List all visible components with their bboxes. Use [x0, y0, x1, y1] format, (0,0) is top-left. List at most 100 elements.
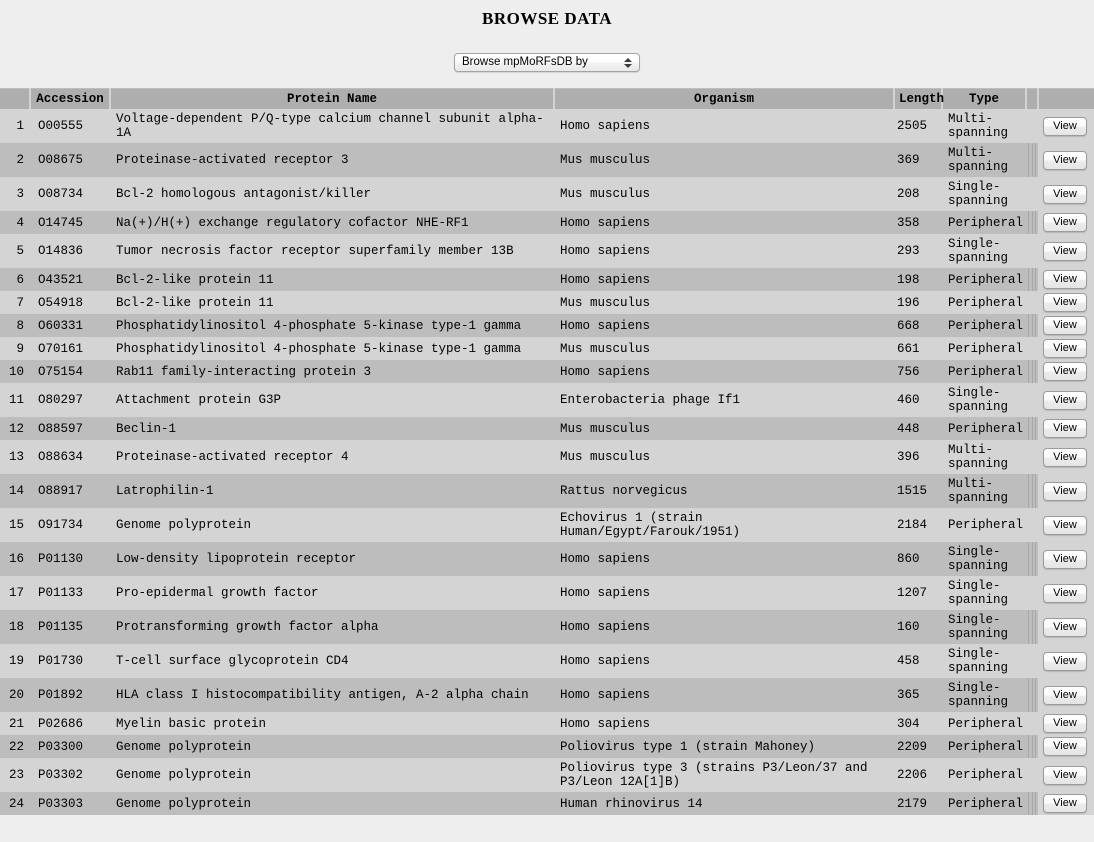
view-button[interactable]: View — [1043, 651, 1087, 671]
row-index-cell: 16 — [0, 542, 30, 576]
column-header-action — [1037, 88, 1094, 109]
view-button[interactable]: View — [1043, 685, 1087, 705]
column-separator — [1026, 542, 1038, 576]
action-cell: View — [1038, 337, 1094, 360]
view-button[interactable]: View — [1043, 794, 1087, 813]
action-cell: View — [1038, 383, 1094, 417]
view-button[interactable]: View — [1043, 270, 1087, 289]
organism-cell: Enterobacteria phage If1 — [554, 383, 894, 417]
separator-lines-icon — [1028, 508, 1036, 542]
length-cell: 196 — [894, 291, 942, 314]
row-index-cell: 7 — [0, 291, 30, 314]
column-header-organism[interactable]: Organism — [553, 88, 895, 109]
separator-lines-icon — [1028, 109, 1036, 143]
view-button[interactable]: View — [1043, 316, 1087, 335]
column-separator — [1026, 508, 1038, 542]
organism-cell: Homo sapiens — [554, 712, 894, 735]
view-button[interactable]: View — [1043, 390, 1087, 410]
view-button[interactable]: View — [1043, 481, 1087, 501]
length-cell: 458 — [894, 644, 942, 678]
row-index-cell: 1 — [0, 109, 30, 143]
accession-cell: O14745 — [30, 211, 110, 234]
row-index-cell: 4 — [0, 211, 30, 234]
protein-name-cell: Bcl-2-like protein 11 — [110, 268, 554, 291]
view-button[interactable]: View — [1043, 583, 1087, 603]
column-header-separator — [1025, 88, 1039, 109]
column-separator — [1026, 576, 1038, 610]
table-row: 13 O88634 Proteinase-activated receptor 4M… — [0, 440, 1094, 474]
action-cell: View — [1038, 508, 1094, 542]
view-button[interactable]: View — [1043, 339, 1087, 358]
type-cell: Peripheral — [942, 735, 1026, 758]
table-row: 4 O14745 Na(+)/H(+) exchange regulatory co… — [0, 211, 1094, 234]
view-button[interactable]: View — [1043, 765, 1087, 785]
protein-name-cell: Bcl-2 homologous antagonist/killer — [110, 177, 554, 211]
view-button[interactable]: View — [1043, 293, 1087, 312]
column-separator — [1026, 211, 1038, 234]
column-header-index[interactable] — [0, 88, 31, 109]
organism-cell: Homo sapiens — [554, 360, 894, 383]
accession-cell: O88634 — [30, 440, 110, 474]
type-cell: Peripheral — [942, 337, 1026, 360]
protein-name-cell: Phosphatidylinositol 4-phosphate 5-kinas… — [110, 337, 554, 360]
organism-cell: Homo sapiens — [554, 109, 894, 143]
column-header-protein-name[interactable]: Protein Name — [109, 88, 555, 109]
length-cell: 668 — [894, 314, 942, 337]
view-button[interactable]: View — [1043, 116, 1087, 136]
organism-cell: Homo sapiens — [554, 610, 894, 644]
column-separator — [1026, 291, 1038, 314]
protein-name-cell: Phosphatidylinositol 4-phosphate 5-kinas… — [110, 314, 554, 337]
row-index-cell: 8 — [0, 314, 30, 337]
action-cell: View — [1038, 268, 1094, 291]
organism-cell: Mus musculus — [554, 177, 894, 211]
table-row: 22 P03300 Genome polyprotein Poliovirus typ… — [0, 735, 1094, 758]
table-row: 12 O88597 Beclin-1 Mus musculus 448 Periphera… — [0, 417, 1094, 440]
separator-lines-icon — [1028, 644, 1036, 678]
view-button[interactable]: View — [1043, 737, 1087, 756]
separator-lines-icon — [1028, 735, 1036, 758]
length-cell: 661 — [894, 337, 942, 360]
column-separator — [1026, 644, 1038, 678]
view-button[interactable]: View — [1043, 241, 1087, 261]
type-cell: Single-spanning — [942, 542, 1026, 576]
view-button[interactable]: View — [1043, 362, 1087, 381]
action-cell: View — [1038, 678, 1094, 712]
table-row: 21 P02686 Myelin basic protein Homo sapiens… — [0, 712, 1094, 735]
protein-name-cell: Proteinase-activated receptor 3 — [110, 143, 554, 177]
action-cell: View — [1038, 360, 1094, 383]
view-button[interactable]: View — [1043, 617, 1087, 637]
type-cell: Single-spanning — [942, 234, 1026, 268]
length-cell: 1207 — [894, 576, 942, 610]
view-button[interactable]: View — [1043, 549, 1087, 569]
length-cell: 358 — [894, 211, 942, 234]
action-cell: View — [1038, 143, 1094, 177]
length-cell: 160 — [894, 610, 942, 644]
accession-cell: O75154 — [30, 360, 110, 383]
length-cell: 2505 — [894, 109, 942, 143]
column-header-type[interactable]: Type — [941, 88, 1027, 109]
protein-name-cell: Beclin-1 — [110, 417, 554, 440]
protein-name-cell: Genome polyprotein — [110, 758, 554, 792]
organism-cell: Poliovirus type 3 (strains P3/Leon/37 an… — [554, 758, 894, 792]
view-button[interactable]: View — [1043, 419, 1087, 438]
organism-cell: Homo sapiens — [554, 234, 894, 268]
view-button[interactable]: View — [1043, 714, 1087, 733]
protein-name-cell: Genome polyprotein — [110, 508, 554, 542]
accession-cell: P01135 — [30, 610, 110, 644]
separator-lines-icon — [1028, 474, 1036, 508]
separator-lines-icon — [1028, 360, 1036, 383]
action-cell: View — [1038, 735, 1094, 758]
view-button[interactable]: View — [1043, 447, 1087, 467]
view-button[interactable]: View — [1043, 184, 1087, 204]
protein-name-cell: Tumor necrosis factor receptor superfami… — [110, 234, 554, 268]
view-button[interactable]: View — [1043, 213, 1087, 232]
view-button[interactable]: View — [1043, 515, 1087, 535]
view-button[interactable]: View — [1043, 150, 1087, 170]
accession-cell: O08675 — [30, 143, 110, 177]
organism-cell: Echovirus 1 (strain Human/Egypt/Farouk/1… — [554, 508, 894, 542]
column-separator — [1026, 712, 1038, 735]
browse-by-select[interactable]: Browse mpMoRFsDB by — [454, 53, 640, 72]
column-header-accession[interactable]: Accession — [29, 88, 111, 109]
accession-cell: O08734 — [30, 177, 110, 211]
column-header-length[interactable]: Length — [893, 88, 944, 109]
